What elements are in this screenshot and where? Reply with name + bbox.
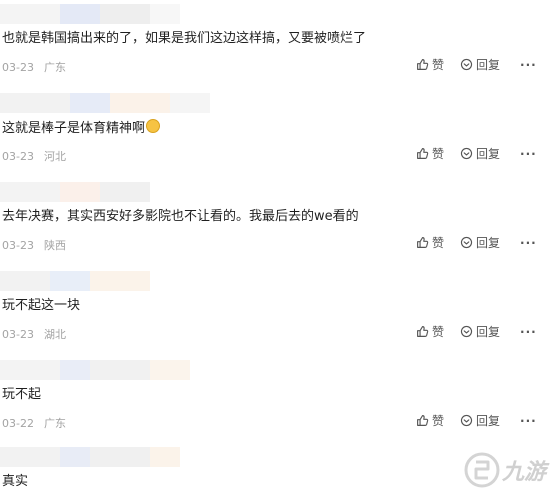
reply-label: 回复: [476, 414, 501, 428]
like-label: 赞: [432, 147, 445, 161]
comment-text: 也就是韩国搞出来的了，如果是我们这边这样搞，又要被喷烂了: [2, 31, 367, 46]
reply-label: 回复: [476, 325, 501, 339]
comment-text: 玩不起这一块: [2, 298, 81, 313]
comment-actions: 赞 回复 ···: [416, 145, 537, 162]
thumbs-up-icon: [417, 415, 429, 426]
comment-date: 03-23: [2, 61, 34, 74]
like-button[interactable]: 赞: [416, 323, 444, 340]
like-button[interactable]: 赞: [416, 145, 444, 162]
like-label: 赞: [432, 58, 445, 72]
thumbs-up-icon: [417, 59, 429, 70]
blurred-username: [0, 182, 210, 202]
reply-button[interactable]: 回复: [460, 412, 500, 429]
jiuyou-logo-icon: [464, 452, 500, 488]
more-options-button[interactable]: ···: [520, 58, 537, 72]
comment-location: 陕西: [43, 239, 66, 252]
comment-meta: 03-23 广东: [2, 59, 66, 75]
comment-actions: 赞 回复 ···: [416, 234, 537, 251]
blurred-username: [0, 271, 210, 291]
comment-meta: 03-23 河北: [2, 148, 66, 164]
comment-actions: 赞 回复 ···: [416, 323, 537, 340]
like-label: 赞: [432, 325, 445, 339]
comment-item: 去年决赛，其实西安好多影院也不让看的。我最后去的we看的 03-23 陕西 赞 回…: [0, 182, 550, 270]
like-button[interactable]: 赞: [416, 56, 444, 73]
blurred-username: [0, 4, 210, 24]
comment-date: 03-23: [2, 150, 34, 163]
reply-bubble-icon: [460, 414, 473, 427]
more-options-button[interactable]: ···: [520, 325, 537, 339]
comment-actions: 赞 回复 ···: [416, 412, 537, 429]
comment-text: 玩不起: [2, 387, 42, 402]
reply-label: 回复: [476, 236, 501, 250]
reply-bubble-icon: [460, 236, 473, 249]
comment-item: 也就是韩国搞出来的了，如果是我们这边这样搞，又要被喷烂了 03-23 广东 赞 回…: [0, 4, 550, 92]
comment-location: 广东: [43, 417, 66, 430]
more-options-button[interactable]: ···: [520, 147, 537, 161]
blurred-username: [0, 447, 210, 467]
reply-button[interactable]: 回复: [460, 56, 500, 73]
comment-location: 河北: [43, 150, 66, 163]
astonished-face-emoji-icon: [146, 119, 161, 133]
more-options-button[interactable]: ···: [520, 236, 537, 250]
comment-text-content: 这就是棒子是体育精神啊: [2, 121, 146, 136]
reply-bubble-icon: [460, 58, 473, 71]
comment-item: 玩不起这一块 03-23 湖北 赞 回复 ···: [0, 271, 550, 359]
comment-date: 03-22: [2, 417, 34, 430]
comment-meta: 03-22 广东: [2, 415, 66, 431]
reply-button[interactable]: 回复: [460, 323, 500, 340]
comment-actions: 赞 回复 ···: [416, 56, 537, 73]
reply-label: 回复: [476, 58, 501, 72]
comment-item: 玩不起 03-22 广东 赞 回复 ···: [0, 360, 550, 448]
comment-text: 去年决赛，其实西安好多影院也不让看的。我最后去的we看的: [2, 209, 359, 224]
comment-date: 03-23: [2, 239, 34, 252]
comment-text: 真实: [2, 474, 29, 489]
comment-text: 这就是棒子是体育精神啊: [2, 119, 161, 138]
reply-bubble-icon: [460, 325, 473, 338]
thumbs-up-icon: [417, 326, 429, 337]
reply-bubble-icon: [460, 147, 473, 160]
reply-button[interactable]: 回复: [460, 145, 500, 162]
watermark-text: 九游: [501, 460, 546, 485]
blurred-username: [0, 360, 210, 380]
blurred-username: [0, 93, 210, 113]
like-button[interactable]: 赞: [416, 234, 444, 251]
comment-meta: 03-23 陕西: [2, 237, 66, 253]
like-button[interactable]: 赞: [416, 412, 444, 429]
comment-date: 03-23: [2, 328, 34, 341]
like-label: 赞: [432, 236, 445, 250]
thumbs-up-icon: [417, 148, 429, 159]
reply-label: 回复: [476, 147, 501, 161]
thumbs-up-icon: [417, 237, 429, 248]
watermark: 九游: [462, 450, 546, 490]
comment-location: 广东: [43, 61, 66, 74]
comment-item: 这就是棒子是体育精神啊 03-23 河北 赞 回复 ···: [0, 93, 550, 181]
like-label: 赞: [432, 414, 445, 428]
comment-meta: 03-23 湖北: [2, 326, 66, 342]
comment-location: 湖北: [43, 328, 66, 341]
more-options-button[interactable]: ···: [520, 414, 537, 428]
reply-button[interactable]: 回复: [460, 234, 500, 251]
